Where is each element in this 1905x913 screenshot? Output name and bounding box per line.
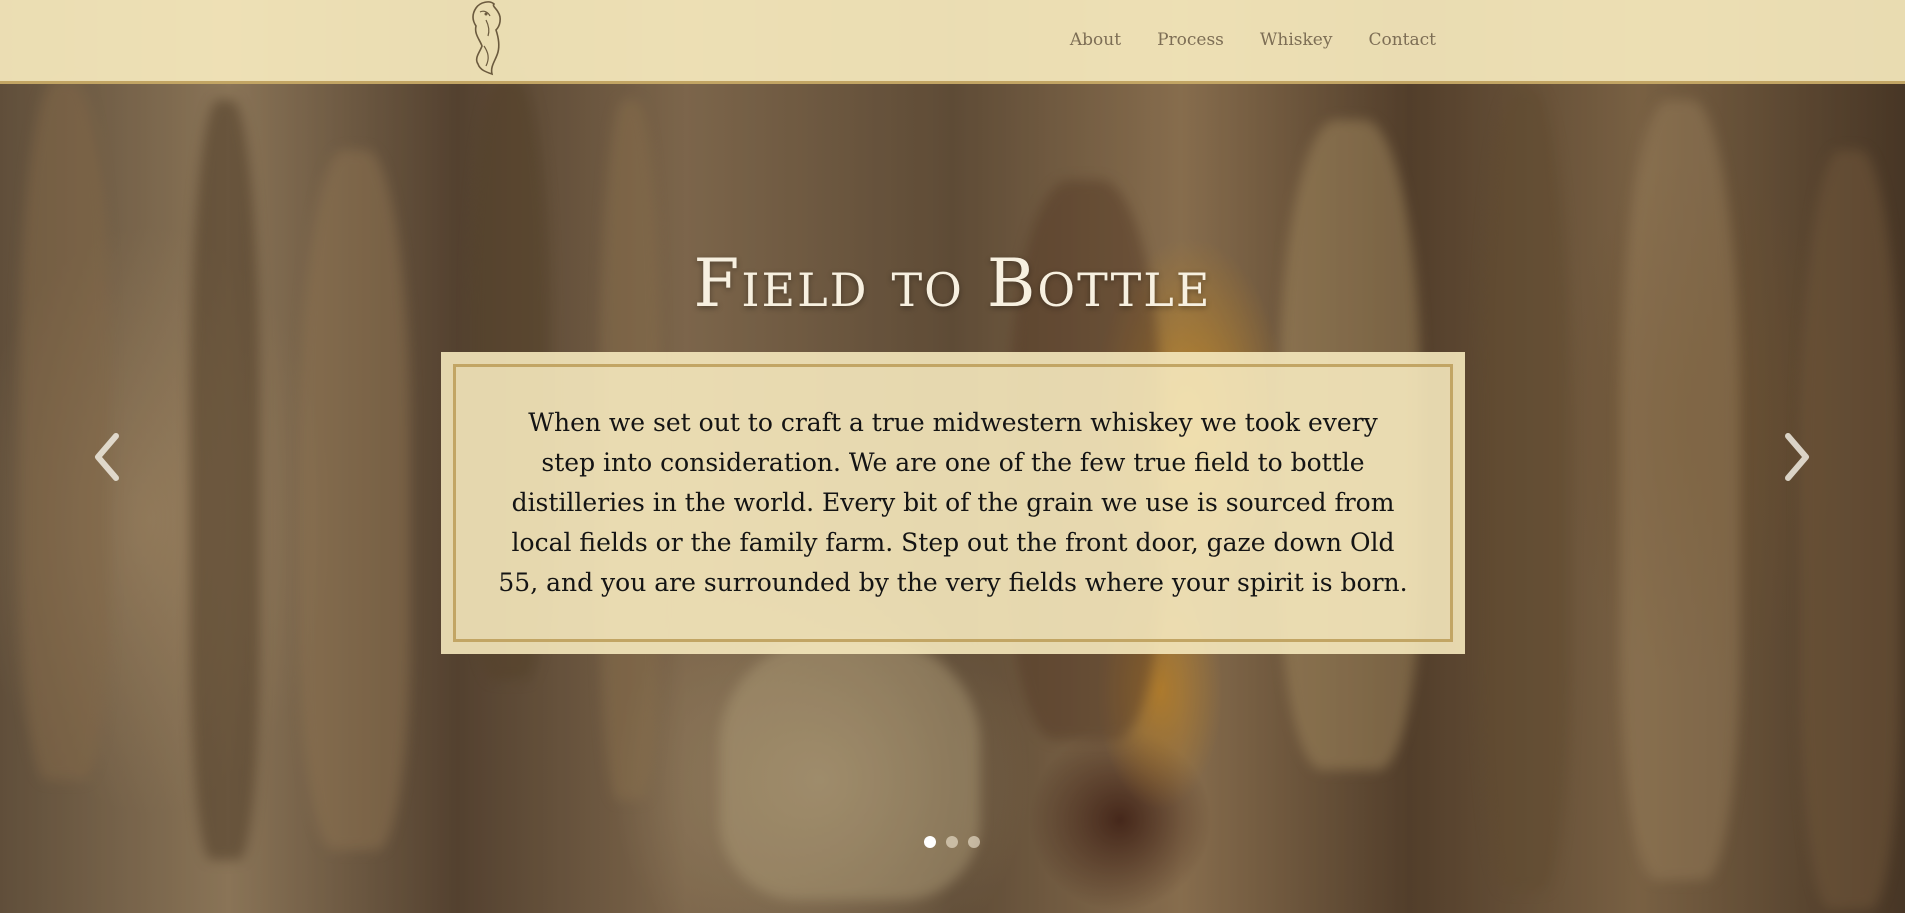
nav-link-about[interactable]: About bbox=[1070, 30, 1121, 50]
nav-link-process[interactable]: Process bbox=[1157, 30, 1224, 50]
top-navbar: About Process Whiskey Contact bbox=[0, 0, 1905, 84]
chevron-left-icon bbox=[95, 433, 119, 481]
horse-head-logo-icon[interactable] bbox=[462, 0, 510, 80]
nav-link-contact[interactable]: Contact bbox=[1368, 30, 1436, 50]
carousel-indicators bbox=[924, 836, 980, 848]
main-nav: About Process Whiskey Contact bbox=[1070, 0, 1436, 80]
carousel-next-button[interactable] bbox=[1776, 430, 1816, 484]
nav-link-whiskey[interactable]: Whiskey bbox=[1260, 30, 1333, 50]
carousel-dot-3[interactable] bbox=[968, 836, 980, 848]
carousel-dot-2[interactable] bbox=[946, 836, 958, 848]
chevron-right-icon bbox=[1785, 433, 1809, 481]
carousel-prev-button[interactable] bbox=[88, 430, 128, 484]
caption-text: When we set out to craft a true midweste… bbox=[498, 408, 1408, 597]
carousel-dot-1[interactable] bbox=[924, 836, 936, 848]
hero-title: Field to Bottle bbox=[693, 245, 1212, 322]
caption-frame: When we set out to craft a true midweste… bbox=[453, 364, 1453, 642]
caption-box: When we set out to craft a true midweste… bbox=[441, 352, 1465, 654]
